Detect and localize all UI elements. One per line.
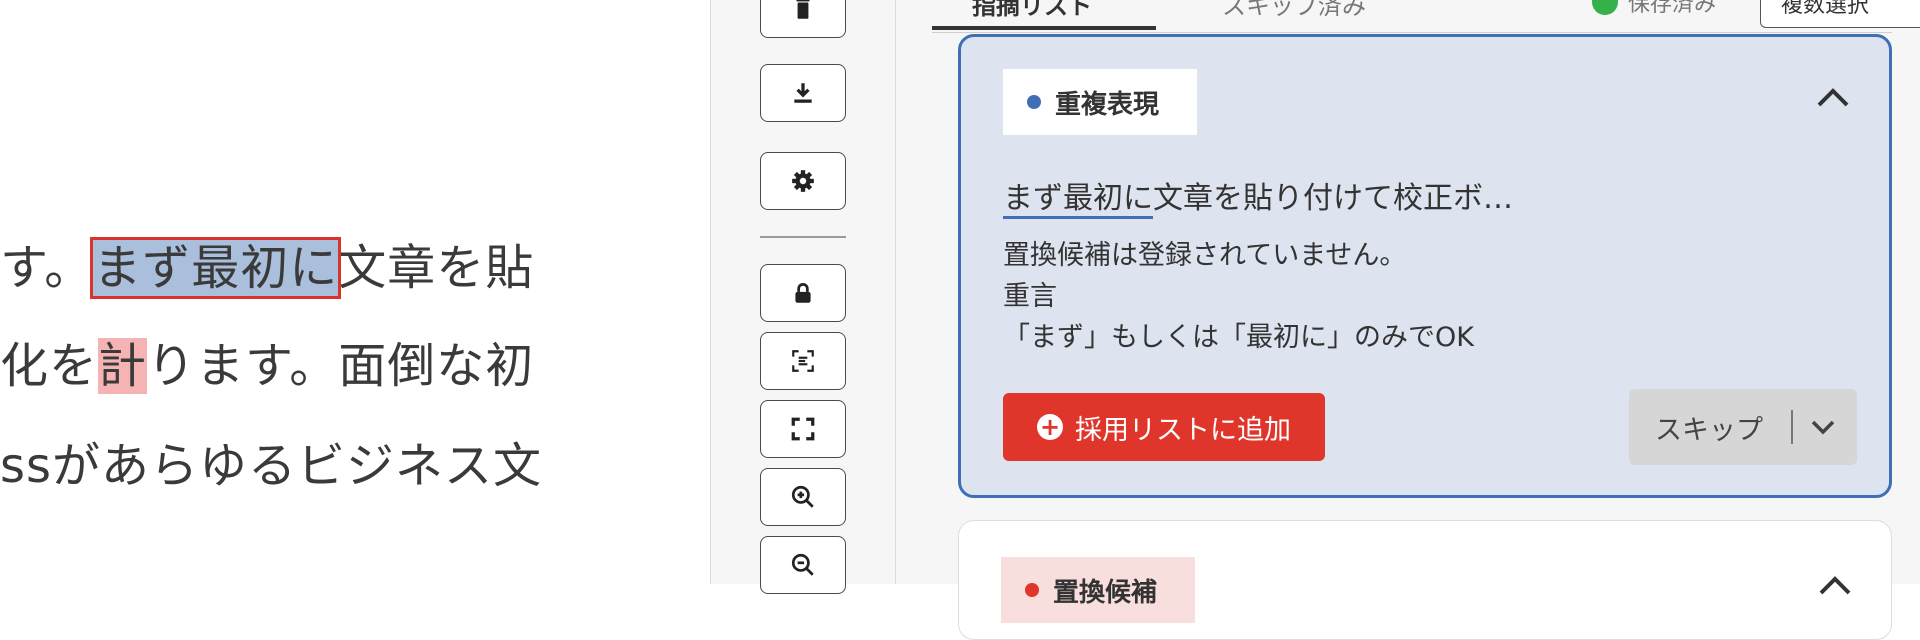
toolbar-divider (760, 236, 846, 238)
tab-skipped[interactable]: スキップ済み (1222, 0, 1366, 21)
lock-icon (795, 283, 811, 303)
message-line: 置換候補は登録されていません。 (1003, 240, 1407, 271)
fullscreen-icon (791, 417, 815, 441)
zoom-out-icon (791, 553, 814, 576)
skip-button[interactable]: スキップ (1629, 389, 1857, 465)
panel-tabs: 指摘リスト スキップ済み 保存済み 複数選択 (932, 0, 1920, 33)
text-segment: す。 (0, 240, 94, 296)
issue-message: 置換候補は登録されていません。 重言 「まず」もしくは「最初に」のみでOK (1003, 235, 1474, 358)
document-editor[interactable]: す。まず最初に文章を貼 化を計ります。面倒な初 ssがあらゆるビジネス文 (0, 0, 711, 584)
skip-button-label: スキップ (1655, 414, 1763, 446)
category-badge: 重複表現 (1003, 69, 1197, 135)
gear-icon (792, 170, 814, 192)
check-icon (1592, 0, 1618, 15)
chevron-down-icon (1811, 420, 1835, 435)
category-dot (1025, 583, 1039, 597)
text-segment: 化を (0, 338, 99, 394)
zoom-in-button[interactable] (760, 468, 846, 526)
add-to-adopt-list-button[interactable]: + 採用リストに追加 (1003, 393, 1325, 461)
category-label: 置換候補 (1053, 577, 1158, 608)
highlighted-issue[interactable]: まず最初に (90, 237, 342, 299)
text-segment: ります。面倒な初 (147, 338, 535, 394)
document-line: ssがあらゆるビジネス文 (0, 438, 543, 494)
snippet-highlight: まず最初に (1003, 181, 1153, 219)
highlighted-issue[interactable]: 計 (98, 338, 148, 394)
category-badge: 置換候補 (1001, 557, 1195, 623)
zoom-out-button[interactable] (760, 536, 846, 594)
lock-button[interactable] (760, 264, 846, 322)
settings-button[interactable] (760, 152, 846, 210)
save-status: 保存済み (1592, 0, 1716, 18)
download-icon (794, 83, 812, 103)
download-button[interactable] (760, 64, 846, 122)
scan-text-icon (792, 350, 814, 372)
issue-panel: 指摘リスト スキップ済み 保存済み 複数選択 重複表現 まず最初に文章を貼り付け… (896, 0, 1920, 640)
skip-dropdown[interactable] (1793, 418, 1853, 436)
document-line: 化を計ります。面倒な初 (0, 326, 534, 396)
zoom-in-icon (791, 485, 814, 508)
scan-text-button[interactable] (760, 332, 846, 390)
category-dot (1027, 95, 1041, 109)
message-line: 「まず」もしくは「最初に」のみでOK (1003, 322, 1474, 353)
add-button-label: 採用リストに追加 (1075, 414, 1291, 446)
text-segment: 文章を貼 (338, 240, 535, 296)
save-status-label: 保存済み (1628, 0, 1717, 17)
vertical-toolbar (711, 0, 896, 594)
multi-select-dropdown[interactable]: 複数選択 (1760, 0, 1920, 28)
issue-card[interactable]: 重複表現 まず最初に文章を貼り付けて校正ボ… 置換候補は登録されていません。 重… (958, 34, 1892, 498)
trash-icon (796, 0, 810, 19)
document-line: す。まず最初に文章を貼 (0, 228, 535, 299)
snippet-text: 文章を貼り付けて校正ボ… (1153, 181, 1513, 216)
plus-circle-icon: + (1037, 414, 1063, 440)
category-label: 重複表現 (1055, 89, 1160, 120)
issue-snippet[interactable]: まず最初に文章を貼り付けて校正ボ… (1003, 173, 1513, 219)
delete-button[interactable] (760, 0, 846, 38)
chevron-up-icon[interactable] (1817, 573, 1853, 597)
chevron-up-icon[interactable] (1815, 85, 1851, 109)
message-line: 重言 (1003, 281, 1057, 312)
fullscreen-button[interactable] (760, 400, 846, 458)
issue-card[interactable]: 置換候補 (958, 520, 1892, 640)
tab-issue-list[interactable]: 指摘リスト (932, 0, 1156, 30)
